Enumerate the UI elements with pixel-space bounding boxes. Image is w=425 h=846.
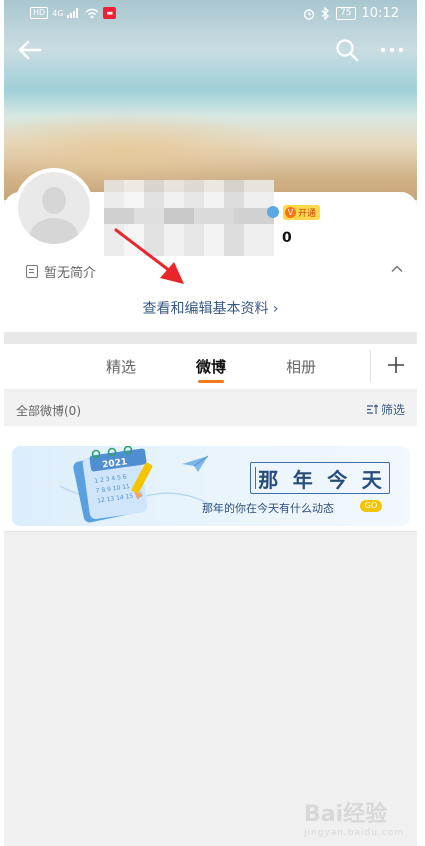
tab-weibo[interactable]: 微博: [196, 356, 226, 377]
watermark-text: Bai经验: [304, 802, 388, 827]
vip-icon: V: [285, 207, 296, 218]
arrow-left-icon[interactable]: [16, 36, 44, 64]
edit-profile-link[interactable]: 查看和编辑基本资料 ›: [4, 298, 417, 318]
more-dots-icon[interactable]: [379, 38, 405, 62]
network-badge: HD: [30, 7, 49, 19]
all-weibo-count: 全部微博(0): [16, 404, 81, 418]
banner-char: 那: [258, 467, 279, 492]
default-avatar-icon: [18, 172, 90, 244]
filter-row: 全部微博(0) 筛选: [4, 392, 417, 426]
filter-label: 筛选: [380, 403, 405, 417]
chevron-up-icon[interactable]: [390, 262, 404, 276]
bio-row: 暂无简介: [26, 262, 96, 281]
battery-indicator: 75: [336, 7, 356, 20]
watermark-sub: jingyan.baidu.com: [304, 828, 405, 838]
banner-char: 天: [361, 467, 382, 492]
banner-title: 那 年 今 天: [250, 462, 390, 494]
signal-label: 4G: [52, 8, 64, 18]
active-tab-indicator: [198, 380, 224, 383]
watermark-logo: Bai经验 jingyan.baidu.com: [304, 796, 404, 838]
plus-icon[interactable]: [384, 353, 408, 377]
memories-banner[interactable]: 2021 1 2 3 4 5 6 7 8 9 10 11 12 13 14 15…: [12, 446, 410, 526]
notification-icon: ▬: [103, 7, 117, 19]
tab-divider: [370, 350, 371, 382]
banner-char: 年: [292, 467, 313, 492]
follower-count[interactable]: 0: [282, 230, 292, 246]
wifi-icon: [86, 8, 99, 18]
banner-char: 今: [327, 467, 348, 492]
app-frame: HD 4G ▬ 75 10:12 V 开通 0 暂无简介 查看和编辑基本资料 ›…: [4, 0, 417, 846]
alarm-icon: [303, 8, 315, 20]
bluetooth-icon: [321, 7, 330, 20]
open-badge-label: 开通: [298, 209, 317, 219]
verified-icon: [267, 206, 279, 218]
annotation-arrow-icon: [114, 228, 184, 284]
filter-icon: [366, 404, 378, 414]
tab-album[interactable]: 相册: [286, 356, 316, 377]
tab-featured[interactable]: 精选: [106, 356, 136, 377]
signal-icon: [67, 8, 79, 18]
document-icon: [26, 265, 38, 278]
search-icon[interactable]: [335, 38, 359, 62]
tab-bar: 精选 微博 相册: [4, 344, 417, 390]
section-divider: [4, 332, 417, 344]
status-right: 75 10:12: [303, 6, 399, 21]
paper-plane-icon: [182, 455, 209, 472]
vip-open-badge[interactable]: V 开通: [283, 205, 321, 220]
avatar[interactable]: [14, 168, 94, 248]
bio-text: 暂无简介: [44, 266, 97, 281]
status-left: HD 4G ▬: [30, 7, 117, 19]
filter-button[interactable]: 筛选: [366, 401, 405, 418]
banner-subtitle: 那年的你在今天有什么动态: [202, 502, 334, 515]
go-button[interactable]: GO: [360, 500, 382, 512]
clock: 10:12: [361, 6, 399, 21]
status-bar: HD 4G ▬ 75 10:12: [4, 0, 417, 28]
